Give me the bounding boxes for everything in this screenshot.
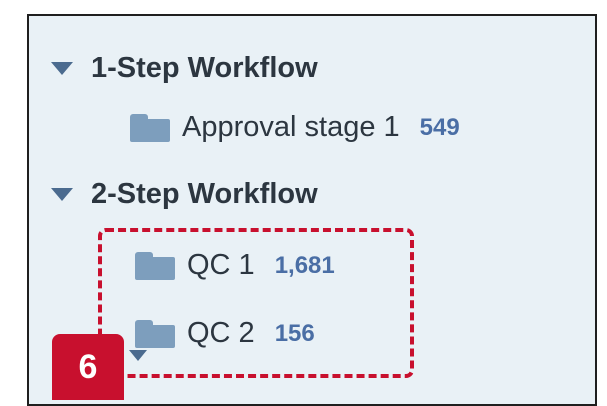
tree-group-1-step-workflow[interactable]: 1-Step Workflow: [51, 52, 318, 85]
item-label: Approval stage 1: [182, 111, 400, 143]
caret-down-icon[interactable]: [51, 62, 73, 75]
item-count-badge: 549: [419, 113, 460, 141]
tree-item-approval-stage-1[interactable]: Approval stage 1 549: [130, 111, 460, 144]
annotation-highlight-box: [98, 228, 414, 378]
group-label: 2-Step Workflow: [91, 178, 318, 210]
step-number-badge: 6: [52, 334, 124, 400]
tree-group-2-step-workflow[interactable]: 2-Step Workflow: [51, 178, 318, 211]
group-label: 1-Step Workflow: [91, 52, 318, 84]
folder-icon: [130, 113, 170, 142]
caret-down-icon[interactable]: [51, 188, 73, 201]
